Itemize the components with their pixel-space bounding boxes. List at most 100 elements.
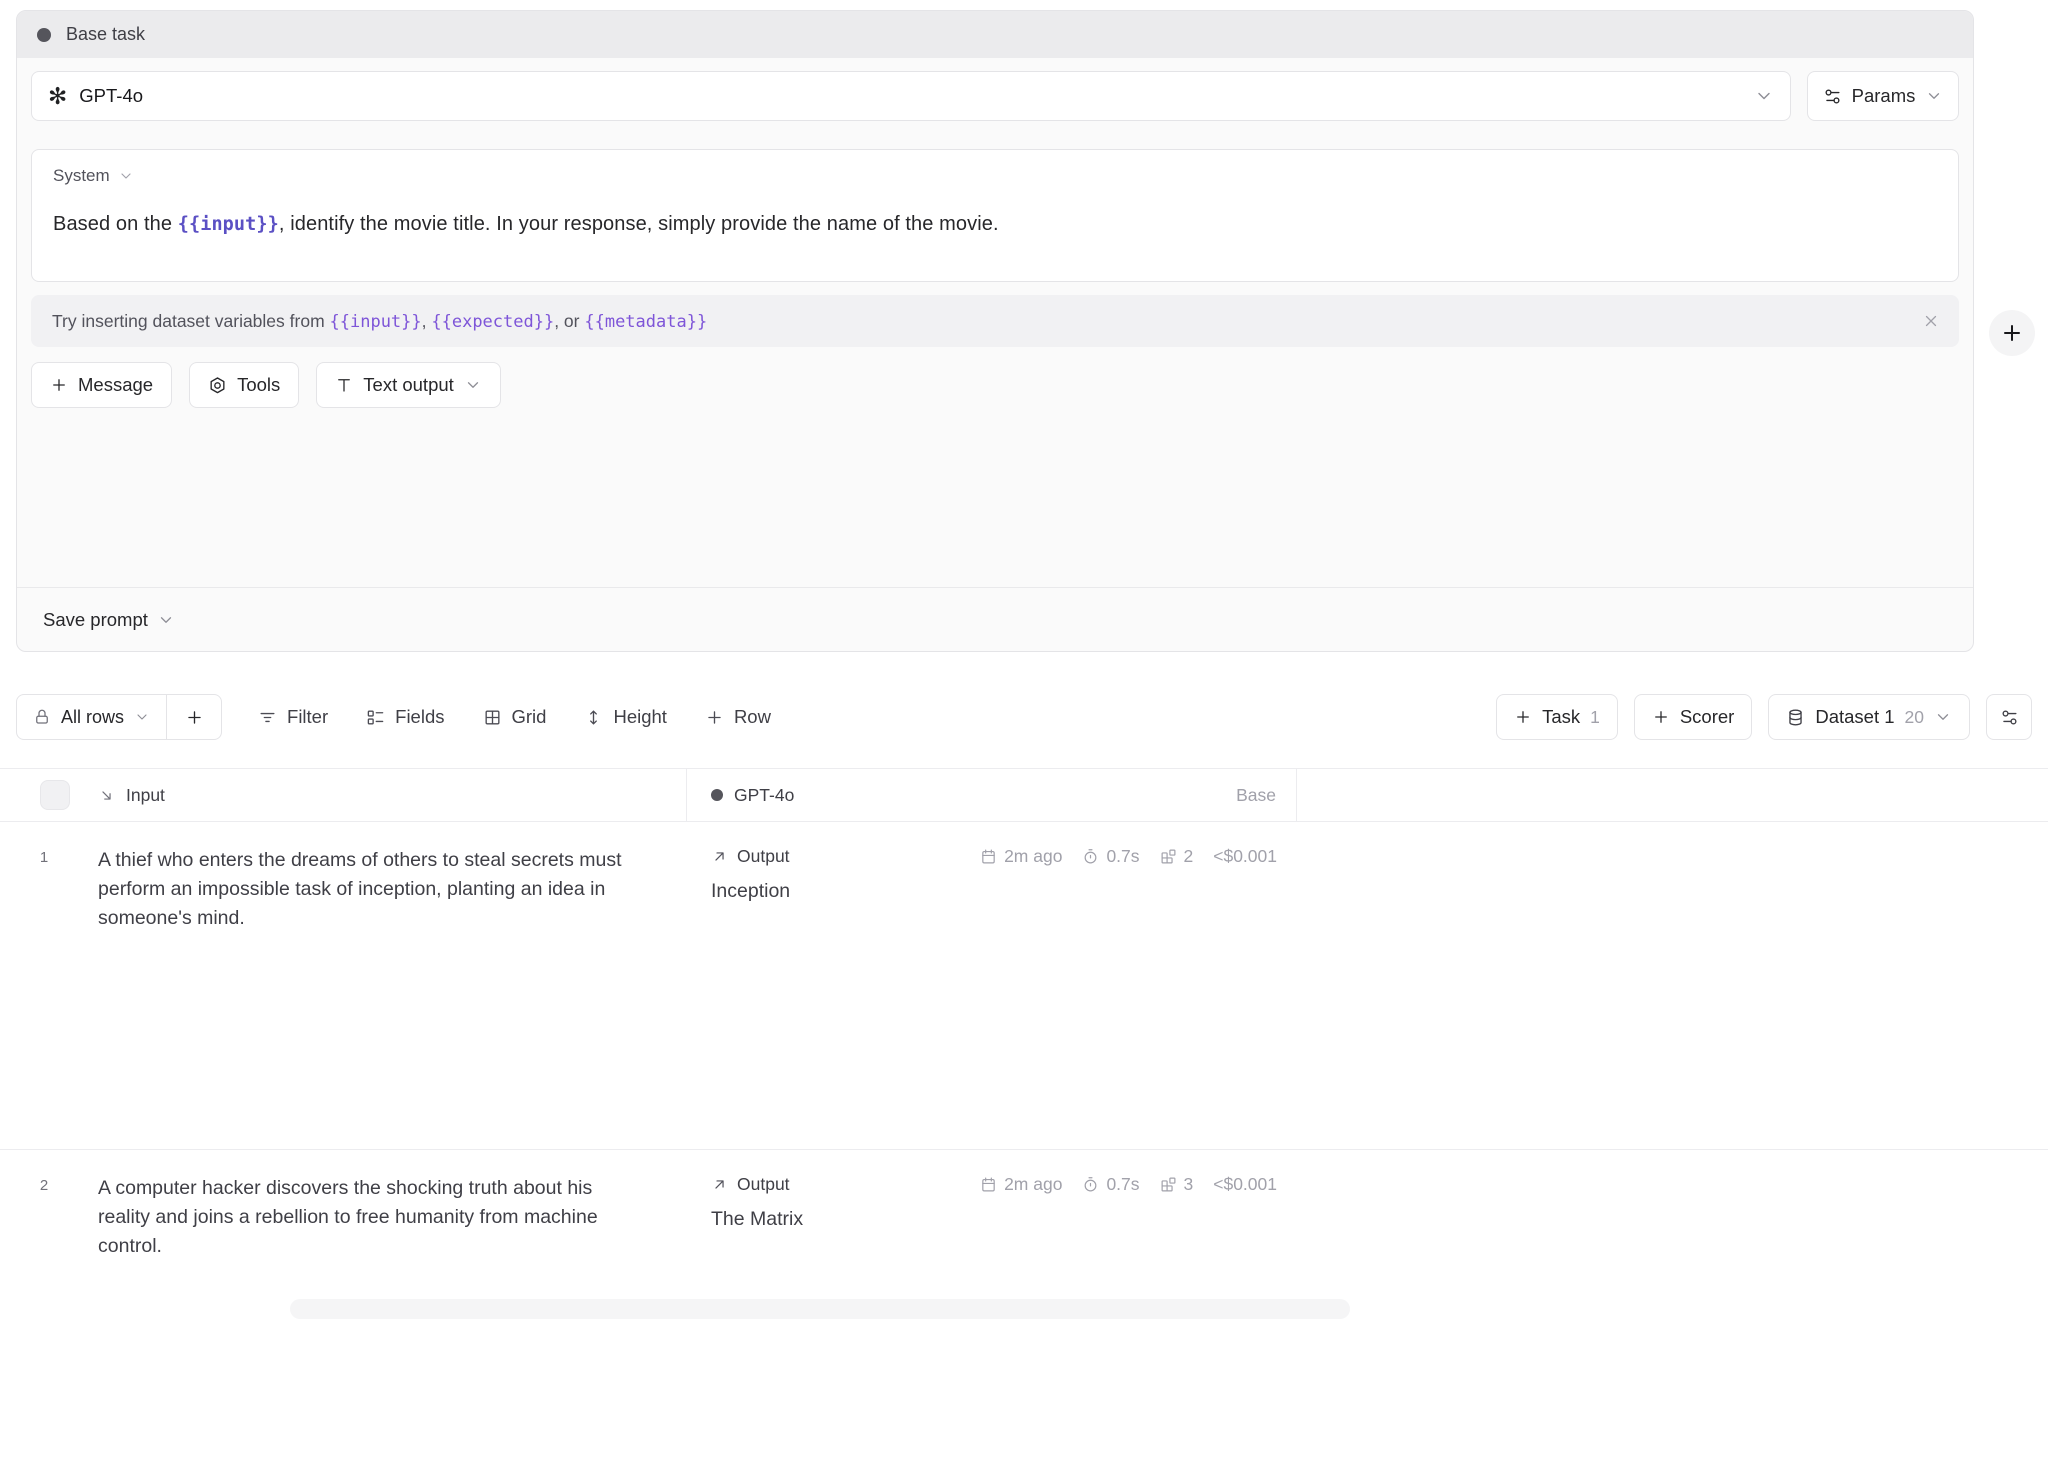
height-label: Height (613, 706, 666, 728)
timer-icon (1082, 1176, 1099, 1193)
task-card: Base task ✻ GPT-4o Params System Bas (16, 10, 1974, 652)
model-status-dot (711, 789, 723, 801)
scorer-label: Scorer (1680, 706, 1735, 728)
dataset-label: Dataset 1 (1815, 706, 1894, 728)
token-count: 2 (1160, 846, 1194, 867)
add-row-label: Row (734, 706, 771, 728)
openai-logo-icon: ✻ (48, 85, 67, 108)
tokens-icon (1160, 848, 1177, 865)
add-message-label: Message (78, 374, 153, 396)
prompt-text[interactable]: Based on the {{input}}, identify the mov… (53, 213, 1937, 236)
duration: 0.7s (1082, 1174, 1139, 1195)
lock-icon (33, 708, 51, 726)
input-cell[interactable]: A thief who enters the dreams of others … (88, 822, 687, 1149)
select-all-checkbox[interactable] (40, 780, 70, 810)
view-settings-button[interactable] (1986, 694, 2032, 740)
prompt-editor[interactable]: System Based on the {{input}}, identify … (31, 149, 1959, 282)
grid-button[interactable]: Grid (483, 706, 547, 728)
params-button[interactable]: Params (1807, 71, 1959, 121)
add-scorer-button[interactable]: Scorer (1634, 694, 1753, 740)
tokens-icon (1160, 1176, 1177, 1193)
grid-icon (483, 708, 502, 727)
all-rows-select[interactable]: All rows (17, 695, 166, 739)
model-select[interactable]: ✻ GPT-4o (31, 71, 1791, 121)
grid-label: Grid (512, 706, 547, 728)
arrow-up-right-icon (711, 1176, 728, 1193)
task-label: Task (1542, 706, 1580, 728)
layout-list-icon (366, 708, 385, 727)
params-label: Params (1852, 85, 1916, 107)
hint-text: Try inserting dataset variables from {{i… (52, 311, 707, 332)
output-value: The Matrix (711, 1208, 1277, 1231)
tools-label: Tools (237, 374, 280, 396)
arrow-up-right-icon (711, 848, 728, 865)
duration: 0.7s (1082, 846, 1139, 867)
dataset-button[interactable]: Dataset 1 20 (1768, 694, 1970, 740)
chevron-down-icon (134, 709, 150, 725)
variables-hint-bar: Try inserting dataset variables from {{i… (31, 295, 1959, 347)
chevron-down-icon (157, 611, 175, 629)
filter-button[interactable]: Filter (258, 706, 328, 728)
text-output-label: Text output (363, 374, 454, 396)
table-row[interactable]: 1 A thief who enters the dreams of other… (0, 822, 2048, 1150)
arrow-down-right-icon (98, 787, 115, 804)
cost: <$0.001 (1213, 846, 1277, 867)
column-header-input[interactable]: Input (88, 769, 687, 821)
output-value: Inception (711, 880, 1277, 903)
filter-icon (258, 708, 277, 727)
output-label: Output (737, 1174, 790, 1195)
timestamp: 2m ago (980, 846, 1062, 867)
column-header-model[interactable]: GPT-4o Base (687, 769, 1297, 821)
model-name: GPT-4o (79, 85, 143, 107)
output-label: Output (737, 846, 790, 867)
chevron-down-icon (118, 168, 134, 184)
row-number: 1 (0, 822, 88, 1149)
fields-label: Fields (395, 706, 444, 728)
database-icon (1786, 708, 1805, 727)
tools-button[interactable]: Tools (189, 362, 299, 408)
calendar-icon (980, 848, 997, 865)
sliders-icon (2000, 708, 2019, 727)
chevron-down-icon (1925, 87, 1943, 105)
add-scope-button[interactable] (167, 695, 221, 739)
timer-icon (1082, 848, 1099, 865)
save-prompt-button[interactable]: Save prompt (17, 587, 1973, 651)
task-title: Base task (66, 24, 145, 45)
row-height-icon (584, 708, 603, 727)
row-number: 2 (0, 1150, 88, 1480)
variant-label: Base (1236, 785, 1276, 806)
message-role-select[interactable]: System (53, 166, 1937, 186)
token-count: 3 (1160, 1174, 1194, 1195)
plus-icon (1652, 708, 1670, 726)
row-scope-control: All rows (16, 694, 222, 740)
sliders-icon (1823, 87, 1842, 106)
output-cell[interactable]: Output 2m ago 0.7s (687, 822, 1297, 1149)
task-status-dot (37, 28, 51, 42)
role-label: System (53, 166, 110, 186)
table-header-row: Input GPT-4o Base (0, 768, 2048, 822)
filter-label: Filter (287, 706, 328, 728)
task-card-header: Base task (17, 11, 1973, 58)
add-message-button[interactable]: Message (31, 362, 172, 408)
chevron-down-icon (1754, 86, 1774, 106)
close-icon[interactable] (1919, 309, 1943, 333)
dataset-count: 20 (1905, 707, 1924, 728)
add-task-button[interactable]: Task 1 (1496, 694, 1618, 740)
plus-icon (50, 376, 68, 394)
timestamp: 2m ago (980, 1174, 1062, 1195)
results-table: Input GPT-4o Base 1 A thief who enters t… (0, 768, 2048, 1312)
save-prompt-label: Save prompt (43, 609, 148, 631)
horizontal-scrollbar[interactable] (290, 1299, 1350, 1319)
calendar-icon (980, 1176, 997, 1193)
all-rows-label: All rows (61, 707, 124, 728)
cost: <$0.001 (1213, 1174, 1277, 1195)
task-count: 1 (1590, 707, 1600, 728)
add-task-panel-button[interactable] (1989, 310, 2035, 356)
add-row-button[interactable]: Row (705, 706, 771, 728)
tools-hexagon-icon (208, 376, 227, 395)
fields-button[interactable]: Fields (366, 706, 444, 728)
height-button[interactable]: Height (584, 706, 666, 728)
chevron-down-icon (464, 376, 482, 394)
text-type-icon (335, 376, 353, 394)
text-output-button[interactable]: Text output (316, 362, 501, 408)
